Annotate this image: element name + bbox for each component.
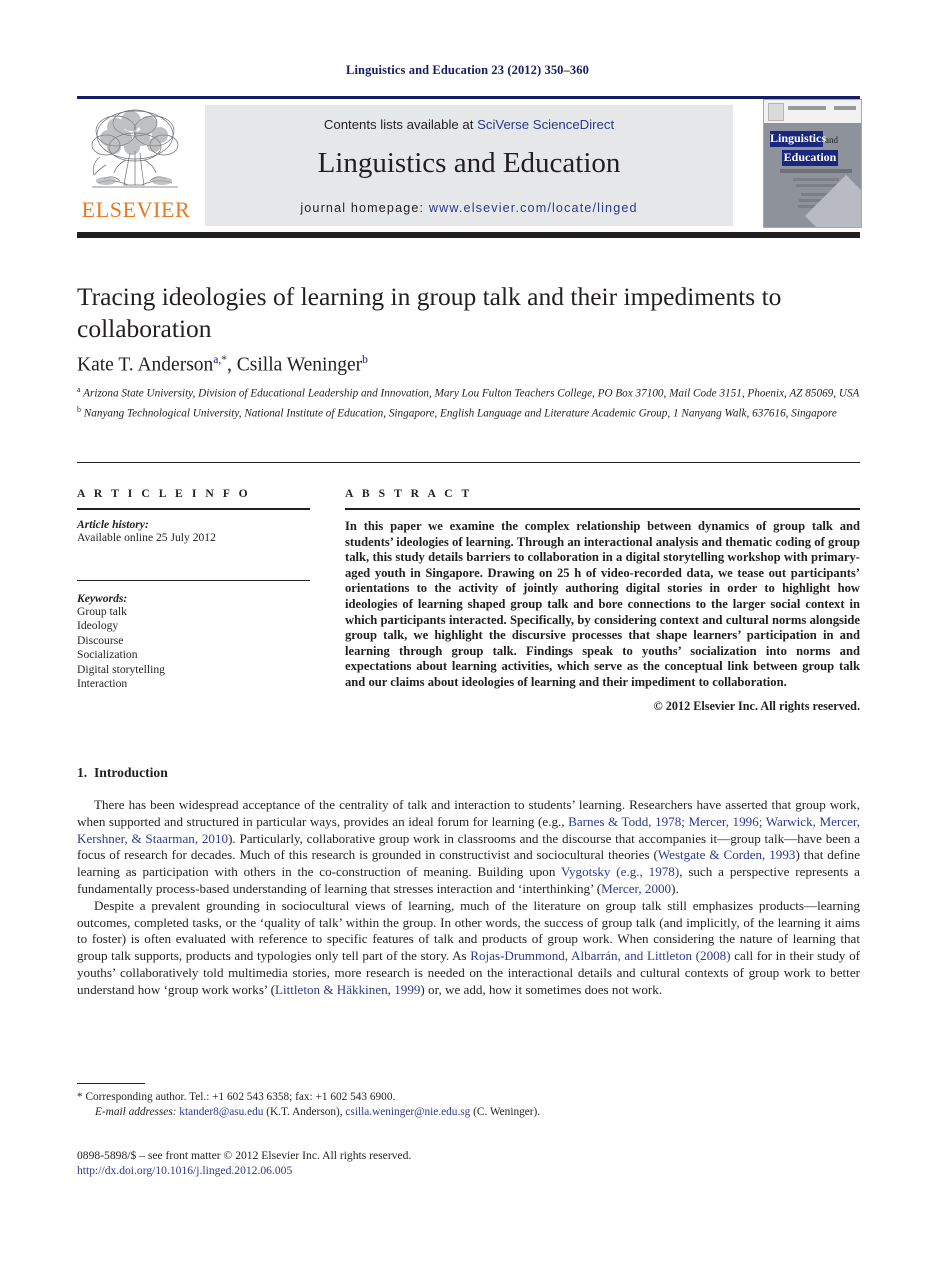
cover-title-line2: Education [782,150,838,166]
journal-name: Linguistics and Education [317,147,621,179]
homepage-prefix: journal homepage: [300,201,429,215]
elsevier-wordmark: ELSEVIER [81,197,191,222]
body-area: 1. Introduction There has been widesprea… [77,765,860,999]
article-info-column: A R T I C L E I N F O Article history: A… [77,487,320,692]
email-addresses-note: E-mail addresses: ktander8@asu.edu (K.T.… [77,1105,777,1120]
cover-subtitle-bar [780,169,852,173]
cover-title-and: and [825,135,838,145]
footnote-rule [77,1083,145,1085]
imprint-block: 0898-5898/$ – see front matter © 2012 El… [77,1148,777,1179]
info-separator-rule [77,462,860,463]
email-link-2[interactable]: csilla.weninger@nie.edu.sg [345,1106,470,1118]
journal-title-box: Contents lists available at SciVerse Sci… [205,105,733,226]
body-text-run: ) or, we add, how it sometimes does not … [420,981,663,997]
article-history-value: Available online 25 July 2012 [77,531,216,544]
page-title: Tracing ideologies of learning in group … [77,282,782,343]
abstract-heading: A B S T R A C T [345,487,473,500]
citation-link[interactable]: Mercer, 2000 [601,881,671,896]
elsevier-tree-icon [91,109,179,188]
article-history-label: Article history: [77,518,149,531]
keyword-item: Group talk [77,604,127,618]
running-head: Linguistics and Education 23 (2012) 350–… [346,63,589,77]
section-number: 1. [77,765,88,780]
affiliations: a Arizona State University, Division of … [77,383,862,423]
email-owner-2: (C. Weninger). [470,1106,541,1118]
issn-line: 0898-5898/$ – see front matter © 2012 El… [77,1149,412,1162]
abstract-rule [345,508,860,510]
doi-link[interactable]: http://dx.doi.org/10.1016/j.linged.2012.… [77,1163,777,1178]
email-addresses-label: E-mail addresses: [95,1106,180,1118]
keyword-item: Socialization [77,648,138,662]
footnotes: * Corresponding author. Tel.: +1 602 543… [77,1090,777,1120]
corresponding-author-note: * Corresponding author. Tel.: +1 602 543… [77,1091,396,1103]
article-info-rule [77,508,310,510]
email-link-1[interactable]: ktander8@asu.edu [179,1106,263,1118]
citation-link[interactable]: Westgate & Corden, 1993 [658,847,796,862]
journal-header-band: ELSEVIER Contents lists available at Sci… [77,99,862,232]
abstract-text: In this paper we examine the complex rel… [345,519,860,689]
keywords-list: Group talk Ideology Discourse Socialization… [77,605,320,693]
keyword-item: Digital storytelling [77,662,165,676]
email-owner-1: (K.T. Anderson), [263,1106,346,1118]
cover-top-strip [764,100,861,123]
cover-top-text-2 [834,106,856,110]
cover-title-line1: Linguistics [770,131,827,147]
affiliation-a: a Arizona State University, Division of … [77,385,860,400]
journal-cover-thumbnail[interactable]: Linguistics and Education [763,99,862,228]
paper-page: Linguistics and Education 23 (2012) 350–… [0,0,935,1266]
sciencedirect-link[interactable]: SciVerse ScienceDirect [477,117,614,132]
journal-homepage-line: journal homepage: www.elsevier.com/locat… [205,201,733,215]
journal-homepage-link[interactable]: www.elsevier.com/locate/linged [429,201,638,215]
contents-lists-line: Contents lists available at SciVerse Sci… [205,117,733,132]
citation-link[interactable]: Vygotsky (e.g., 1978) [561,864,679,879]
keywords-label: Keywords: [77,591,128,605]
citation-link[interactable]: Littleton & Häkkinen, 1999 [275,982,420,997]
cover-top-text-1 [788,106,826,110]
abstract-copyright: © 2012 Elsevier Inc. All rights reserved… [653,698,860,713]
abstract-column: A B S T R A C T In this paper we examine… [345,487,860,714]
contents-prefix: Contents lists available at [323,117,478,132]
keywords-rule [77,579,310,581]
affiliation-b: b Nanyang Technological University, Nati… [77,405,837,420]
keyword-item: Interaction [77,677,128,691]
author-list: Kate T. Andersona,*, Csilla Weningerb [77,354,368,376]
header-bottom-rule [77,232,860,238]
section-title: Introduction [94,765,168,780]
body-text-run: ). [671,880,679,896]
body-paragraph-1: There has been widespread acceptance of … [77,797,860,898]
keyword-item: Ideology [77,619,119,633]
elsevier-logo: ELSEVIER [80,105,190,227]
section-heading-introduction: 1. Introduction [77,765,860,781]
cover-elsevier-mark-icon [768,103,784,121]
citation-link[interactable]: Rojas-Drummond, Albarrán, and Littleton … [470,948,730,963]
body-paragraph-2: Despite a prevalent grounding in sociocu… [77,898,860,999]
keyword-item: Discourse [77,633,124,647]
article-info-heading: A R T I C L E I N F O [77,487,251,500]
